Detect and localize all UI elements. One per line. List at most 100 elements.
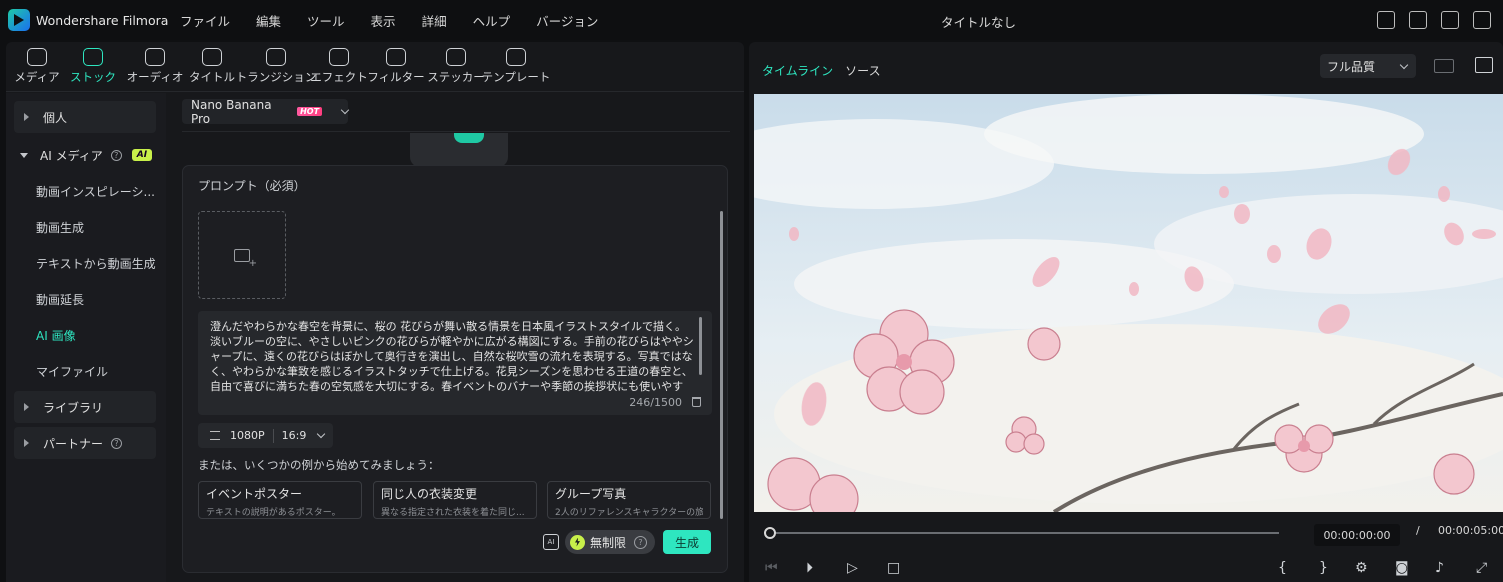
- tool-audio[interactable]: オーディオ: [124, 42, 186, 91]
- example-card-outfit-change[interactable]: 同じ人の衣装変更 異なる指定された衣装を着た同じ...: [373, 481, 537, 519]
- account-icon[interactable]: [1441, 11, 1459, 29]
- example-card-event-poster[interactable]: イベントポスター テキストの説明があるポスター。: [198, 481, 362, 519]
- chevron-down-icon: [20, 152, 28, 158]
- sidebar-group-library[interactable]: ライブラリ: [14, 391, 156, 423]
- total-timecode: 00:00:05:00: [1438, 524, 1503, 537]
- chevron-down-icon: [340, 105, 350, 115]
- tool-media[interactable]: メディア: [12, 42, 62, 91]
- separator: [272, 428, 274, 443]
- generate-button[interactable]: 生成: [663, 530, 711, 554]
- sidebar-item-video-inspiration[interactable]: 動画インスピレーシ...: [6, 173, 166, 209]
- mark-in-icon[interactable]: {: [1278, 560, 1287, 576]
- settings-sliders-icon: [210, 431, 220, 440]
- asset-toolbar: メディア ストック オーディオ タイトル トランジション エフェクト フィルター…: [6, 42, 744, 92]
- tool-effect[interactable]: エフェクト: [310, 42, 368, 91]
- model-selector[interactable]: Nano Banana Pro HOT: [182, 98, 350, 126]
- previous-frame-icon[interactable]: ⏮: [765, 560, 778, 576]
- sidebar-item-video-extend[interactable]: 動画延長: [6, 281, 166, 317]
- menu-tools[interactable]: ツール: [307, 11, 345, 30]
- quality-dropdown[interactable]: フル品質: [1320, 54, 1416, 78]
- example-desc: テキストの説明があるポスター。: [206, 508, 341, 518]
- example-title: 同じ人の衣装変更: [381, 487, 478, 501]
- sidebar-group-personal[interactable]: 個人: [14, 101, 156, 133]
- tool-transition[interactable]: トランジション: [236, 42, 316, 91]
- settings-gear-icon[interactable]: ⚙: [1355, 560, 1368, 576]
- play-icon[interactable]: ▷: [847, 560, 858, 576]
- chevron-right-icon: [24, 439, 29, 447]
- camera-snapshot-icon[interactable]: ◙: [1395, 560, 1409, 576]
- cherry-blossom-image: [754, 94, 1503, 512]
- lightning-icon: [569, 534, 585, 550]
- tab-timeline[interactable]: タイムライン: [762, 62, 833, 79]
- chevron-down-icon: [1399, 60, 1409, 69]
- help-icon[interactable]: ?: [110, 149, 122, 161]
- unlimited-credits[interactable]: 無制限 ?: [564, 530, 655, 554]
- ai-settings-icon[interactable]: AI: [542, 534, 559, 550]
- example-desc: 異なる指定された衣装を着た同じ...: [381, 508, 525, 518]
- example-title: グループ写真: [555, 487, 627, 501]
- tool-filter[interactable]: フィルター: [364, 42, 428, 91]
- sidebar-item-my-files[interactable]: マイファイル: [6, 353, 166, 389]
- chevron-right-icon: [24, 403, 29, 411]
- sidebar-item-video-generation[interactable]: 動画生成: [6, 209, 166, 245]
- fullscreen-icon[interactable]: ⤢: [1476, 560, 1487, 576]
- example-card-group-photo[interactable]: グループ写真 2人のリファレンスキャラクターの旅の...: [547, 481, 711, 519]
- playhead-knob[interactable]: [764, 527, 776, 539]
- trash-icon[interactable]: [692, 397, 701, 407]
- character-count: 246/1500: [629, 396, 682, 409]
- generate-row: AI 無制限 ? 生成: [542, 530, 711, 554]
- sidebar-group-partner[interactable]: パートナー ?: [14, 427, 156, 459]
- mark-out-icon[interactable]: }: [1319, 560, 1328, 576]
- send-icon[interactable]: [1409, 11, 1427, 29]
- output-settings-button[interactable]: 1080P 16:9: [198, 423, 333, 448]
- current-timecode: 00:00:00:00: [1314, 524, 1400, 546]
- left-panel: メディア ストック オーディオ タイトル トランジション エフェクト フィルター…: [6, 42, 744, 582]
- menu-view[interactable]: 表示: [371, 11, 396, 30]
- progress-track[interactable]: [769, 532, 1279, 534]
- menu-bar: ファイル 編集 ツール 表示 詳細 ヘルプ バージョン: [180, 11, 624, 30]
- panel-scrollbar[interactable]: [720, 211, 723, 519]
- prompt-panel: プロンプト（必須） 澄んだやわらかな春空を背景に、桜の 花びらが舞い散る情景を日…: [182, 165, 728, 573]
- stop-icon[interactable]: □: [887, 560, 900, 576]
- sidebar-item-ai-image[interactable]: AI 画像: [6, 317, 166, 353]
- prompt-textarea[interactable]: 澄んだやわらかな春空を背景に、桜の 花びらが舞い散る情景を日本風イラストスタイル…: [198, 311, 712, 415]
- music-note-icon: [145, 48, 165, 66]
- help-icon[interactable]: ?: [634, 535, 647, 549]
- grid-view-icon[interactable]: [1434, 59, 1454, 73]
- timecode-separator: /: [1416, 524, 1420, 537]
- unlimited-label: 無制限: [589, 535, 626, 550]
- menu-file[interactable]: ファイル: [180, 11, 230, 30]
- snapshot-image-icon[interactable]: [1475, 57, 1493, 73]
- prompt-text: 澄んだやわらかな春空を背景に、桜の 花びらが舞い散る情景を日本風イラストスタイル…: [210, 320, 694, 393]
- filmora-logo-icon: [8, 9, 30, 31]
- tool-sticker[interactable]: ステッカー: [427, 42, 485, 91]
- tool-template[interactable]: テンプレート: [482, 42, 550, 91]
- example-desc: 2人のリファレンスキャラクターの旅の...: [555, 508, 703, 518]
- media-icon: [27, 48, 47, 66]
- gift-icon[interactable]: [1377, 11, 1395, 29]
- text-t-icon: [202, 48, 222, 66]
- prompt-scrollbar[interactable]: [699, 317, 702, 375]
- tool-stock[interactable]: ストック: [62, 42, 124, 91]
- menu-advanced[interactable]: 詳細: [422, 11, 447, 30]
- quality-value: フル品質: [1327, 59, 1376, 74]
- sidebar-item-text-to-video[interactable]: テキストから動画生成: [6, 245, 166, 281]
- hot-badge: HOT: [297, 107, 323, 116]
- chevron-down-icon: [317, 429, 326, 439]
- sidebar-group-ai-media[interactable]: AI メディア ? AI: [6, 137, 166, 173]
- ai-image-content: Nano Banana Pro HOT プロンプト（必須） 澄んだやわらかな春空…: [182, 97, 730, 582]
- examples-hint: または、いくつかの例から始めてみましょう：: [198, 458, 440, 472]
- aspect-ratio-value: 16:9: [281, 429, 307, 442]
- download-icon[interactable]: [1473, 11, 1491, 29]
- tool-title[interactable]: タイトル: [186, 42, 238, 91]
- filter-icon: [386, 48, 406, 66]
- volume-icon[interactable]: ♪: [1435, 560, 1444, 576]
- divider: [182, 131, 730, 132]
- step-forward-icon[interactable]: ⏵: [806, 560, 813, 576]
- image-upload-area[interactable]: [198, 211, 286, 299]
- menu-edit[interactable]: 編集: [256, 11, 281, 30]
- menu-version[interactable]: バージョン: [536, 11, 598, 30]
- tab-source[interactable]: ソース: [845, 62, 880, 79]
- menu-help[interactable]: ヘルプ: [473, 11, 511, 30]
- help-icon[interactable]: ?: [111, 437, 123, 449]
